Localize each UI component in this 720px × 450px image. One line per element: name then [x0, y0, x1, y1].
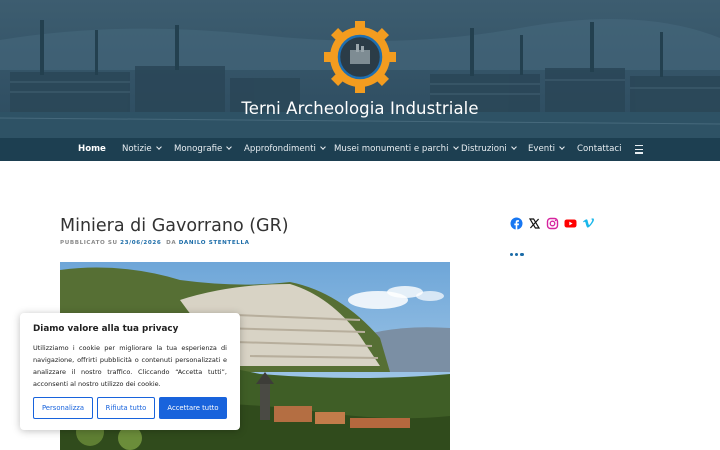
facebook-icon[interactable] — [510, 217, 523, 230]
nav-label: Notizie — [122, 144, 152, 154]
nav-label: Musei monumenti e parchi — [334, 144, 449, 154]
nav-item-musei[interactable]: Musei monumenti e parchi — [334, 138, 459, 161]
chevron-down-icon — [510, 144, 517, 150]
chevron-down-icon — [452, 144, 459, 150]
accept-all-button[interactable]: Accettare tutto — [159, 397, 227, 419]
cookie-description: Utilizziamo i cookie per migliorare la t… — [33, 344, 227, 388]
instagram-icon[interactable] — [546, 217, 559, 230]
nav-label: Monografie — [174, 144, 223, 154]
cookie-consent-banner: Diamo valore alla tua privacy Utilizziam… — [20, 313, 240, 430]
x-icon[interactable] — [528, 217, 541, 230]
post-title: Miniera di Gavorrano (GR) — [60, 216, 289, 236]
nav-item-monografie[interactable]: Monografie — [174, 138, 233, 161]
vimeo-icon[interactable] — [582, 217, 595, 230]
cookie-title: Diamo valore alla tua privacy — [33, 324, 179, 334]
nav-label: Contattaci — [577, 144, 622, 154]
more-dots-icon[interactable] — [510, 241, 526, 256]
nav-item-notizie[interactable]: Notizie — [122, 138, 162, 161]
chevron-down-icon — [319, 144, 326, 150]
meta-published-label: PUBBLICATO SU — [60, 240, 118, 246]
post-author-link[interactable]: DANILO STENTELLA — [179, 240, 250, 246]
nav-item-contattaci[interactable]: Contattaci — [577, 138, 621, 161]
nav-label: Eventi — [528, 144, 556, 154]
meta-by-label: DA — [166, 240, 177, 246]
main-navigation: Home Notizie Monografie Approfondimenti … — [0, 138, 720, 161]
nav-label: Distruzioni — [461, 144, 507, 154]
nav-item-eventi[interactable]: Eventi — [528, 138, 565, 161]
nav-label: Home — [78, 144, 106, 154]
nav-item-distruzioni[interactable]: Distruzioni — [461, 138, 517, 161]
nav-item-home[interactable]: Home — [78, 138, 106, 161]
post-date-link[interactable]: 23/06/2026 — [120, 240, 161, 246]
youtube-icon[interactable] — [564, 217, 577, 230]
site-title[interactable]: Terni Archeologia Industriale — [0, 99, 720, 118]
nav-item-approfondimenti[interactable]: Approfondimenti — [244, 138, 326, 161]
gear-logo-icon — [324, 21, 396, 93]
nav-label: Approfondimenti — [244, 144, 316, 154]
header-hero: Terni Archeologia Industriale — [0, 0, 720, 138]
chevron-down-icon — [155, 144, 162, 150]
page: Terni Archeologia Industriale Home Notiz… — [0, 0, 720, 450]
reject-all-button[interactable]: Rifiuta tutto — [97, 397, 155, 419]
site-logo[interactable] — [323, 20, 397, 94]
chevron-down-icon — [226, 144, 233, 150]
hamburger-icon[interactable] — [635, 145, 643, 154]
post-meta: PUBBLICATO SU 23/06/2026 DA DANILO STENT… — [60, 240, 250, 246]
chevron-down-icon — [559, 144, 565, 150]
customize-button[interactable]: Personalizza — [33, 397, 93, 419]
